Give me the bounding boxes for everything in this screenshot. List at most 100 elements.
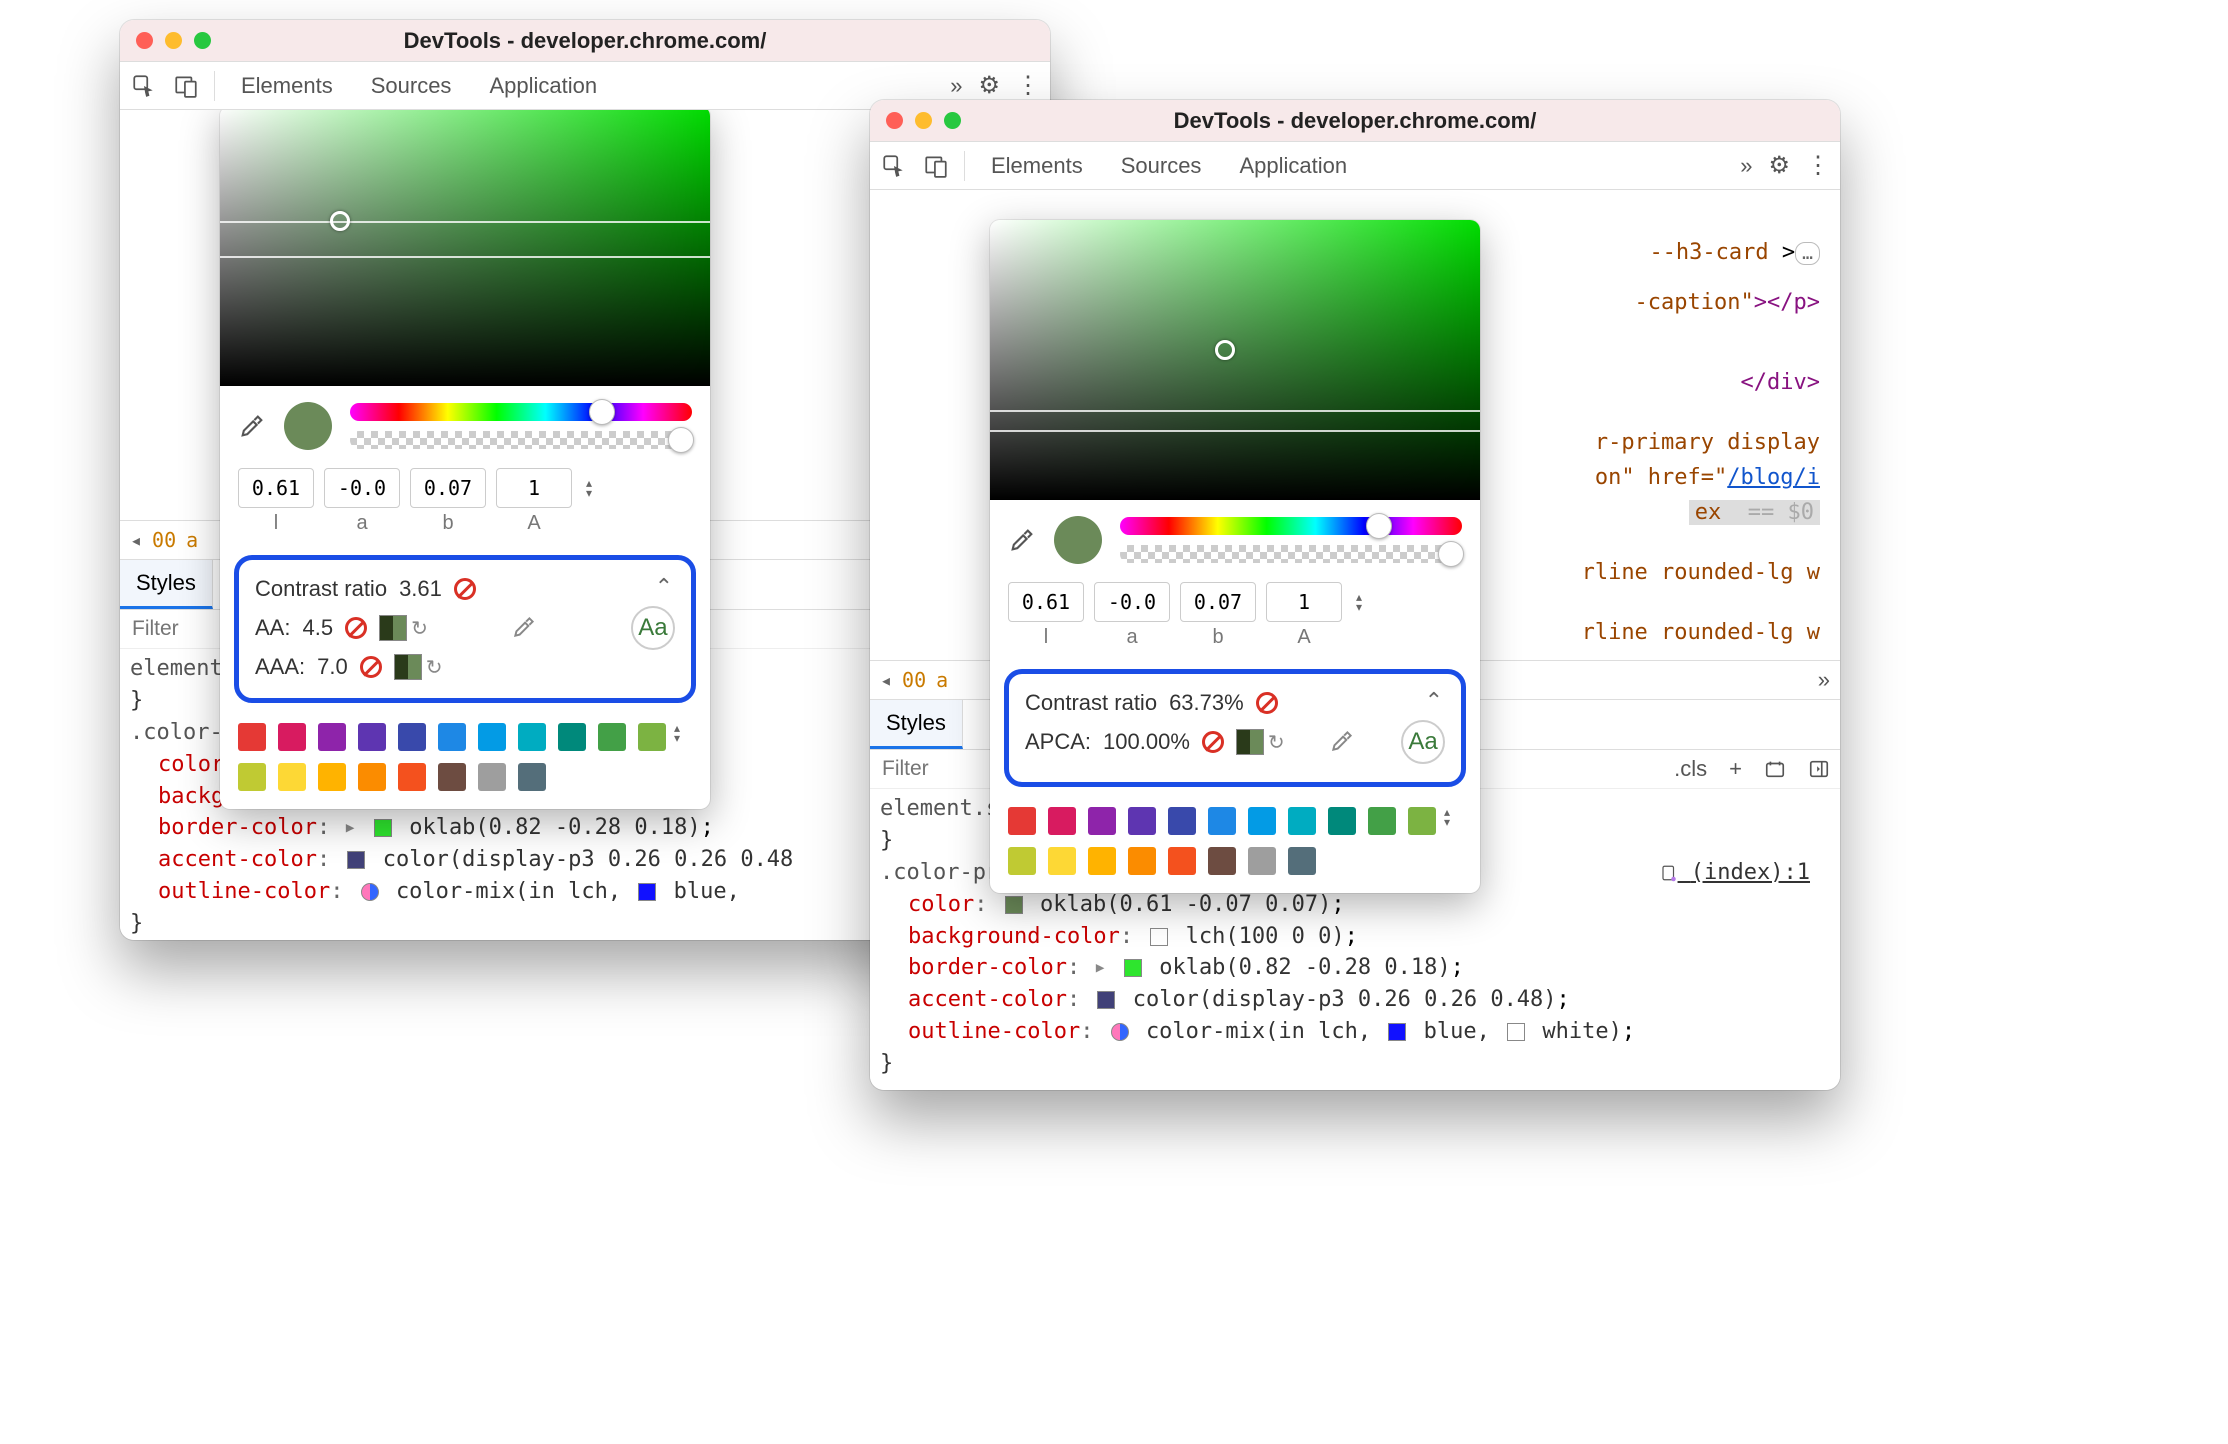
palette-swatch[interactable] [398,763,426,791]
palette-swatch[interactable] [1048,807,1076,835]
palette-swatch[interactable] [238,723,266,751]
device-toggle-icon[interactable] [172,72,200,100]
palette-swatch[interactable] [1008,847,1036,875]
palette-swatch[interactable] [1088,847,1116,875]
color-picker[interactable]: ▴▾ l a b A ⌃ Contrast ratio 3.61 AA: 4.5 [220,110,710,809]
eyedropper-icon[interactable] [238,412,266,440]
close-dot[interactable] [886,112,903,129]
lab-b-input[interactable] [410,468,486,508]
palette-swatch[interactable] [1088,807,1116,835]
breadcrumb-item[interactable]: 00 [152,528,176,552]
palette-swatch[interactable] [438,763,466,791]
palette-swatch[interactable] [1128,847,1156,875]
palette-swatch[interactable] [1008,807,1036,835]
palette-stepper-icon[interactable]: ▴▾ [1444,807,1462,827]
palette-swatch[interactable] [1128,807,1156,835]
add-rule-icon[interactable]: + [1729,756,1742,782]
eyedropper-icon[interactable] [511,614,539,642]
reload-icon[interactable]: ↻ [411,616,428,641]
palette-swatch[interactable] [1208,807,1236,835]
tab-elements[interactable]: Elements [979,153,1095,179]
breadcrumb-prev-icon[interactable]: ◂ [130,528,142,552]
styles-filter-input[interactable] [880,756,1000,782]
lab-alpha-input[interactable] [496,468,572,508]
palette-swatch[interactable] [518,763,546,791]
palette-swatch[interactable] [318,763,346,791]
expand-caret-icon[interactable]: ⌃ [1425,688,1443,714]
device-toggle-icon[interactable] [922,152,950,180]
palette-swatch[interactable] [1328,807,1356,835]
contrast-preview-badge[interactable]: Aa [1401,720,1445,764]
color-picker[interactable]: ▴▾ l a b A ⌃ Contrast ratio 63.73% APCA:… [990,220,1480,893]
current-color-swatch[interactable] [1054,516,1102,564]
palette-swatch[interactable] [1248,847,1276,875]
kebab-menu-icon[interactable]: ⋮ [1016,71,1040,100]
reload-icon[interactable]: ↻ [1268,730,1285,755]
lab-b-input[interactable] [1180,582,1256,622]
swatch-pair[interactable] [379,615,407,641]
palette-swatch[interactable] [238,763,266,791]
palette-swatch[interactable] [278,763,306,791]
palette-swatch[interactable] [1048,847,1076,875]
palette-swatch[interactable] [558,723,586,751]
lab-alpha-input[interactable] [1266,582,1342,622]
lab-l-input[interactable] [1008,582,1084,622]
expand-caret-icon[interactable]: ⌃ [655,574,673,600]
palette-swatch[interactable] [1168,847,1196,875]
swatch-pair[interactable] [394,654,422,680]
toggle-pane-icon[interactable] [1808,758,1830,780]
breadcrumb-item[interactable]: 00 [902,668,926,692]
hue-slider[interactable] [1120,517,1462,535]
palette-swatch[interactable] [358,723,386,751]
minimize-dot[interactable] [165,32,182,49]
palette-swatch[interactable] [478,723,506,751]
lab-l-input[interactable] [238,468,314,508]
cls-toggle[interactable]: .cls [1674,756,1707,782]
palette-swatch[interactable] [478,763,506,791]
hue-slider[interactable] [350,403,692,421]
palette-swatch[interactable] [1288,847,1316,875]
inspect-icon[interactable] [880,152,908,180]
alpha-slider[interactable] [1120,545,1462,563]
color-spectrum[interactable] [220,110,710,386]
palette-swatch[interactable] [438,723,466,751]
tab-sources[interactable]: Sources [359,73,464,99]
contrast-preview-badge[interactable]: Aa [631,606,675,650]
tab-styles[interactable]: Styles [870,700,963,749]
tab-application[interactable]: Application [477,73,609,99]
tab-application[interactable]: Application [1227,153,1359,179]
swatch-pair[interactable] [1236,729,1264,755]
eyedropper-icon[interactable] [1008,526,1036,554]
palette-swatch[interactable] [1408,807,1436,835]
lab-a-input[interactable] [1094,582,1170,622]
palette-swatch[interactable] [318,723,346,751]
computed-side-icon[interactable] [1764,758,1786,780]
minimize-dot[interactable] [915,112,932,129]
more-panels-icon[interactable]: » [1818,667,1830,693]
tab-styles[interactable]: Styles [120,560,213,609]
palette-swatch[interactable] [598,723,626,751]
palette-swatch[interactable] [638,723,666,751]
eyedropper-icon[interactable] [1329,728,1357,756]
stylesheet-source[interactable]: (index):1 [1691,860,1810,885]
palette-swatch[interactable] [1288,807,1316,835]
palette-swatch[interactable] [358,763,386,791]
breadcrumb-prev-icon[interactable]: ◂ [880,668,892,692]
palette-swatch[interactable] [518,723,546,751]
color-format-stepper-icon[interactable]: ▴▾ [586,468,604,508]
current-color-swatch[interactable] [284,402,332,450]
maximize-dot[interactable] [944,112,961,129]
color-format-stepper-icon[interactable]: ▴▾ [1356,582,1374,622]
tab-elements[interactable]: Elements [229,73,345,99]
palette-swatch[interactable] [1168,807,1196,835]
lab-a-input[interactable] [324,468,400,508]
more-tabs-icon[interactable]: » [950,73,962,99]
inspect-icon[interactable] [130,72,158,100]
palette-swatch[interactable] [398,723,426,751]
palette-swatch[interactable] [1248,807,1276,835]
palette-stepper-icon[interactable]: ▴▾ [674,723,692,743]
close-dot[interactable] [136,32,153,49]
breadcrumb-item[interactable]: a [936,668,948,692]
palette-swatch[interactable] [278,723,306,751]
more-tabs-icon[interactable]: » [1740,153,1752,179]
